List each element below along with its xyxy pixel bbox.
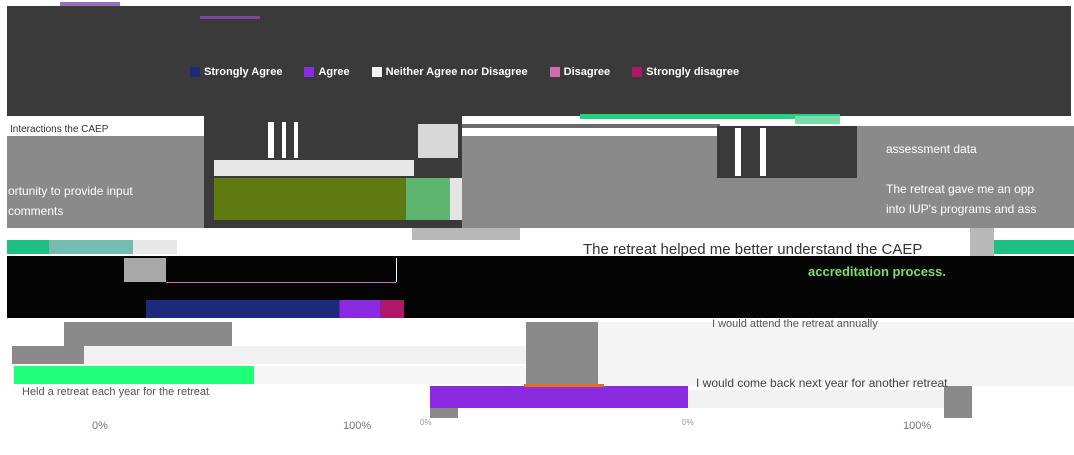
legend-label: Strongly Agree xyxy=(204,66,283,78)
middle-white-stripe-2 xyxy=(760,128,766,176)
gray-block-right xyxy=(970,228,994,256)
legend-item-strongly-agree: Strongly Agree xyxy=(190,66,282,78)
middle-white-stripe xyxy=(735,128,741,176)
bottom-light-bar xyxy=(688,390,944,408)
legend-swatch xyxy=(549,67,560,77)
pink-line xyxy=(166,282,396,283)
green-long-bar xyxy=(14,366,254,384)
legend-swatch xyxy=(371,67,382,77)
stripe-row xyxy=(214,160,414,176)
legend-label: Disagree xyxy=(563,66,611,78)
lower-gray-panel-2 xyxy=(526,322,598,386)
lower-gray-panel xyxy=(64,322,232,346)
legend-swatch xyxy=(632,67,643,77)
legend-item-neither: Neither Agree nor Disagree xyxy=(371,66,528,78)
bottom-gray-square xyxy=(944,386,972,418)
top-stripe-2 xyxy=(200,16,260,19)
center-mid-text: I would attend the retreat annually xyxy=(712,318,878,330)
legend-label: Agree xyxy=(318,66,350,78)
bottom-gray-small xyxy=(430,408,458,418)
orange-thin xyxy=(524,384,604,387)
tick-right-100: 100% xyxy=(903,420,932,432)
olive-segment xyxy=(214,178,406,220)
legend-label: Neither Agree nor Disagree xyxy=(385,66,528,78)
left-header-text: Interactions the CAEP xyxy=(10,124,109,135)
green-block-right xyxy=(994,240,1074,254)
tick-left-0: 0% xyxy=(92,420,108,432)
violet-bar xyxy=(430,386,688,408)
tick-mid-0: 0% xyxy=(420,418,432,427)
light-long-bar xyxy=(84,346,526,364)
gray-left-box xyxy=(12,346,84,364)
chart-legend: Strongly Agree Agree Neither Agree nor D… xyxy=(190,64,739,80)
gray-strip-mid xyxy=(412,228,520,240)
stripe-w3 xyxy=(294,122,298,158)
left-line-2: comments xyxy=(8,204,64,218)
top-stripe xyxy=(60,2,120,6)
light-long-bar-2 xyxy=(254,366,526,384)
gray-square xyxy=(124,258,166,282)
bar-segment-strongly-agree xyxy=(146,300,340,318)
chart-scene: Strongly Agree Agree Neither Agree nor D… xyxy=(0,0,1074,455)
green-bar-left xyxy=(7,240,49,254)
legend-swatch xyxy=(304,67,315,77)
gray-strip-top xyxy=(430,124,720,128)
left-line-1: ortunity to provide input xyxy=(8,184,133,198)
stripe-w1 xyxy=(268,122,274,158)
center-title-line-2: accreditation process. xyxy=(808,264,946,279)
bar-segment-agree xyxy=(339,300,381,318)
bottom-right-text: I would come back next year for another … xyxy=(696,376,948,390)
teal-strip-top xyxy=(795,116,840,124)
tick-left-100: 100% xyxy=(343,420,372,432)
right-line-3: into IUP's programs and ass xyxy=(886,202,1037,216)
green-segment xyxy=(406,178,450,220)
middle-gray-panel xyxy=(462,136,717,228)
top-dark-panel xyxy=(7,6,1071,116)
right-line-2: The retreat gave me an opp xyxy=(886,182,1035,196)
legend-item-disagree: Disagree xyxy=(549,66,611,78)
stripe-w2 xyxy=(282,122,286,158)
right-line-1: assessment data xyxy=(886,142,977,156)
legend-label: Strongly disagree xyxy=(646,66,740,78)
white-tick xyxy=(396,258,397,282)
legend-swatch xyxy=(190,67,200,77)
main-stacked-bar xyxy=(146,300,404,318)
bottom-left-text: Held a retreat each year for the retreat xyxy=(22,386,210,398)
legend-item-agree: Agree xyxy=(304,66,350,78)
light-bar-left xyxy=(133,240,177,254)
tick-right-0: 0% xyxy=(682,418,694,427)
bar-segment-strongly-disagree xyxy=(380,300,404,318)
legend-item-strongly-disagree: Strongly disagree xyxy=(632,66,739,78)
teal-bar-left xyxy=(49,240,133,254)
stripe-w4 xyxy=(418,124,458,158)
